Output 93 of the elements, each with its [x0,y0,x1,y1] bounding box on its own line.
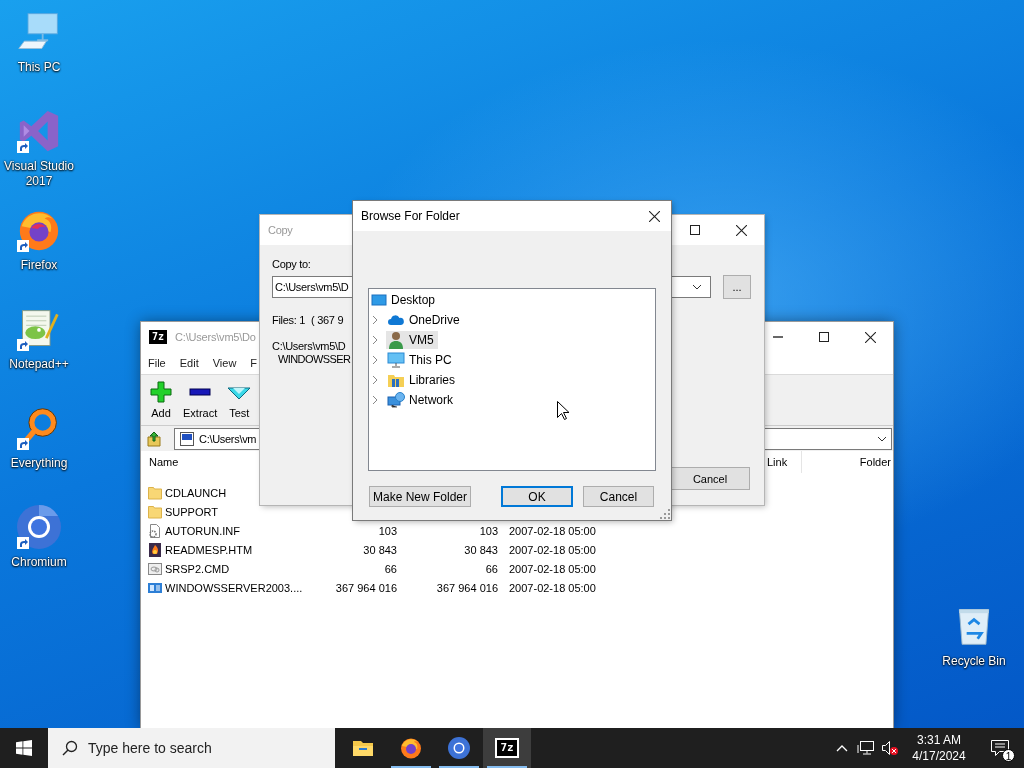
desktop-icon-label[interactable]: Everything [0,456,78,471]
file-name: SUPPORT [165,505,219,518]
minimize-icon [773,336,783,338]
browse-button[interactable]: ... [723,275,751,299]
table-cell-text: 2007-02-18 05:00 [508,562,596,575]
plus-icon [149,380,173,404]
desktop-icon-label[interactable]: Chromium [0,555,78,570]
start-logo-icon [16,740,32,756]
search-field[interactable]: Type here to search [48,728,335,768]
app-logo: 7z [497,740,517,756]
mouse-pointer-icon [557,401,569,420]
table-cell-text: 367 964 016 [435,581,498,594]
tree-item[interactable]: Network [386,391,457,409]
toolbar-button[interactable]: Add [145,378,177,421]
table-cell-text: 2007-02-18 05:00 [508,524,596,537]
table-cell-text: 30 843 [463,543,498,556]
chevron-down-icon[interactable] [877,435,887,442]
dialog-button[interactable]: Cancel [583,486,654,507]
flame-file-icon [147,541,163,558]
chevron-down-icon[interactable] [692,284,702,290]
close-icon [735,224,747,236]
file-size: ( 367 9 [311,314,344,326]
close-icon [864,331,876,343]
notifications-button[interactable]: 1 [976,728,1024,768]
dialog-button[interactable]: Make New Folder [369,486,471,507]
network-icon [857,740,875,756]
gear-file-icon [147,522,163,539]
script-file-icon [147,560,163,577]
file-name: WINDOWSSERVER2003.... [165,581,304,594]
taskbar-button[interactable]: 7z [483,728,531,768]
folder-icon [147,503,163,520]
monitor-icon [387,352,405,368]
table-cell-text: 103 [478,524,498,537]
window-title: C:\Users\vm5\Do [174,331,256,343]
desktop-icon-label[interactable]: Notepad++ [0,357,78,372]
desktop-icon-label[interactable]: Recycle Bin [935,654,1013,669]
menu-item[interactable]: View [205,357,244,369]
cloud-icon [387,313,405,327]
file-count: Files: 1 [272,314,306,326]
table-cell-text: 103 [377,524,397,537]
table-cell: 367 964 016 [335,581,397,594]
table-cell-text: 2007-02-18 05:00 [508,581,596,594]
clock-button[interactable]: 3:31 AM 4/17/2024 [902,728,976,768]
chevron-right-icon[interactable] [372,355,378,365]
cancel-button[interactable]: Cancel [670,467,750,490]
notification-badge: 1 [1002,749,1015,762]
desktop-icon [371,292,387,308]
menu-item[interactable]: File [141,357,173,369]
source-name: WINDOWSSER [277,353,351,366]
chevron-right-icon[interactable] [372,395,378,405]
file-name: AUTORUN.INF [165,524,241,537]
app-logo: 7z [149,330,168,344]
column-header[interactable]: Folder [802,451,893,473]
toolbar-button[interactable]: Extract [179,378,222,421]
tree-item[interactable]: This PC [386,351,456,369]
close-icon [648,210,660,222]
chevron-right-icon[interactable] [372,335,378,345]
person-icon [387,331,405,349]
dialog-button[interactable]: OK [501,486,573,507]
up-folder-icon[interactable] [146,430,162,447]
file-name: SRSP2.CMD [165,562,231,575]
table-cell-text: 30 843 [362,543,397,556]
disc-file-icon [179,430,195,447]
chevron-right-icon[interactable] [372,375,378,385]
source-path: C:\Users\vm5\D [272,340,346,353]
table-cell-text: 66 [383,562,397,575]
search-icon [62,740,78,756]
chevron-up-icon [836,744,848,752]
tree-item[interactable]: VM5 [386,331,438,349]
menu-item[interactable]: F [243,357,265,369]
browser-circle-icon [447,736,471,760]
window-title: Browse For Folder [360,209,460,223]
browser-circle-icon[interactable] [15,503,63,551]
table-cell-text: 66 [484,562,498,575]
file-name: READMESP.HTM [165,543,254,556]
window-title: Copy [267,224,293,236]
folder-icon [147,484,163,501]
tree-item[interactable]: Desktop [370,291,440,309]
maximize-icon [819,332,829,342]
resize-grip-icon[interactable] [660,509,670,519]
field-label: Copy to: [272,258,312,270]
toolbar-button[interactable]: Test [223,378,256,421]
chevron-right-icon[interactable] [372,315,378,325]
maximize-icon [690,225,700,235]
table-cell-text: 2007-02-18 05:00 [508,543,596,556]
muted-speaker-icon [881,740,899,756]
menu-item[interactable]: Edit [172,357,206,369]
tree-item[interactable]: Libraries [386,371,460,389]
library-folder-icon [387,372,405,388]
file-name: CDLAUNCH [165,486,228,499]
tree-item[interactable]: OneDrive [386,311,464,329]
fox-globe-icon [399,736,423,760]
network-icon [387,392,405,408]
